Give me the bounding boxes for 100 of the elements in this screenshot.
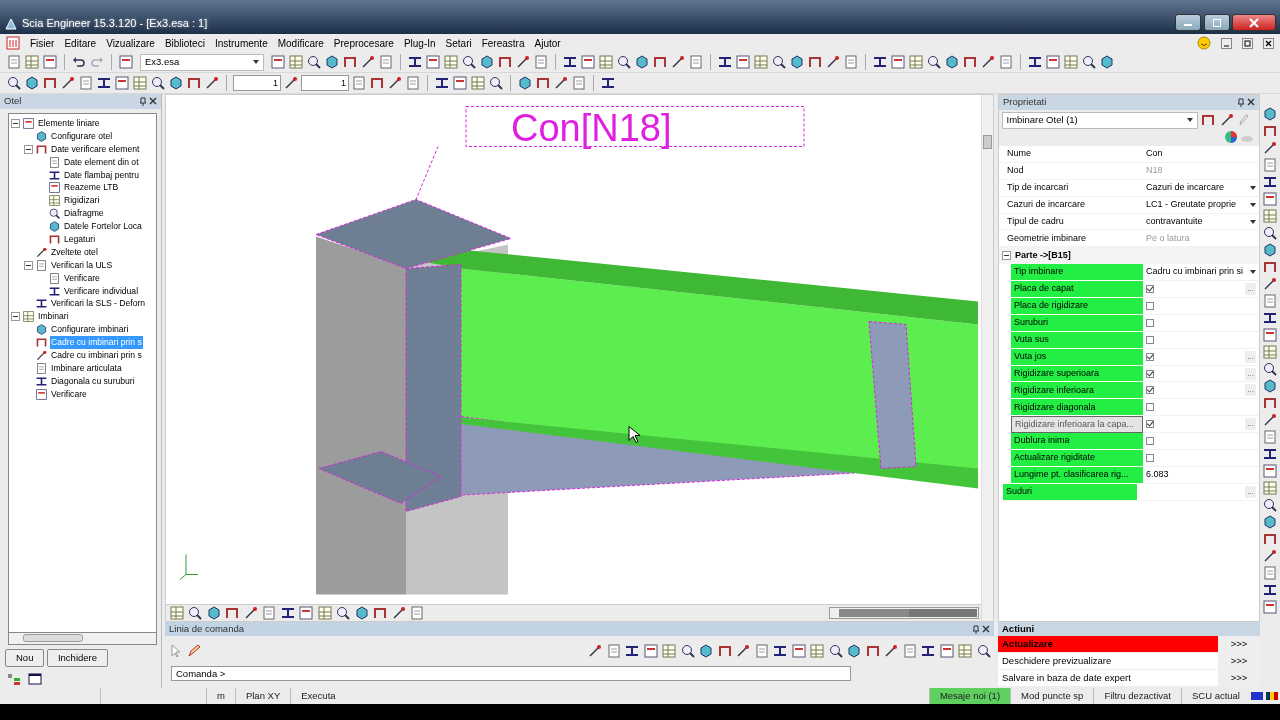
square-icon[interactable]	[1262, 327, 1278, 343]
tree-item[interactable]: Imbinari	[37, 310, 70, 324]
close-icon[interactable]	[1247, 98, 1255, 106]
action-button[interactable]: >>>	[1218, 636, 1260, 652]
more-button[interactable]: ...	[1245, 367, 1256, 380]
smiley-icon[interactable]	[1197, 36, 1211, 50]
minimize-button[interactable]	[1175, 14, 1201, 31]
pencil-icon[interactable]	[186, 643, 202, 659]
square-icon[interactable]	[735, 54, 751, 70]
zoom-icon[interactable]	[975, 643, 992, 659]
beam-icon[interactable]	[872, 54, 888, 70]
tree-item[interactable]: Imbinare articulata	[50, 361, 123, 375]
beam-icon[interactable]	[772, 643, 788, 659]
caret-icon[interactable]	[1250, 185, 1256, 190]
frame-icon[interactable]	[497, 54, 513, 70]
expander-icon[interactable]	[24, 260, 33, 270]
action-button[interactable]: >>>	[1218, 653, 1260, 669]
square-icon[interactable]	[642, 643, 659, 659]
frame-icon[interactable]	[1262, 395, 1278, 411]
node-icon[interactable]	[1262, 412, 1278, 428]
zoom-icon[interactable]	[1262, 361, 1278, 377]
checkbox[interactable]	[1146, 453, 1154, 462]
expander-icon[interactable]	[11, 118, 20, 128]
beam-icon[interactable]	[1262, 174, 1278, 190]
beam-icon[interactable]	[434, 75, 450, 91]
frame-icon[interactable]	[962, 54, 978, 70]
menu-item[interactable]: Biblioteci	[164, 35, 205, 51]
tree-item[interactable]: Diafragme	[63, 207, 105, 221]
beam-icon[interactable]	[717, 54, 733, 70]
tree-item[interactable]: Configurare imbinari	[50, 323, 130, 337]
command-field[interactable]: Comanda >	[171, 666, 851, 681]
beam-icon[interactable]	[407, 54, 423, 70]
zoom-icon[interactable]	[926, 54, 942, 70]
window-icon[interactable]	[118, 54, 134, 70]
dropdown-value[interactable]: contravantuite	[1146, 214, 1203, 229]
node-icon[interactable]	[60, 75, 76, 91]
panel-button[interactable]: Inchidere	[46, 648, 109, 667]
beam-icon[interactable]	[920, 643, 936, 659]
menu-item[interactable]: Plug-In	[403, 35, 436, 51]
vertical-scrollbar[interactable]	[981, 95, 993, 621]
square-icon[interactable]	[298, 605, 314, 621]
tree-item[interactable]: Date flambaj pentru	[63, 168, 140, 182]
cube-icon[interactable]	[846, 643, 862, 659]
frame-icon[interactable]	[535, 75, 551, 91]
square-icon[interactable]	[114, 75, 130, 91]
checkbox[interactable]	[1146, 437, 1154, 446]
checkbox[interactable]	[1146, 386, 1154, 395]
tree-item[interactable]: Legaturi	[63, 233, 97, 246]
tree-item[interactable]: Verificari la SLS - Deforn	[50, 297, 147, 311]
cube-icon[interactable]	[168, 75, 184, 91]
node-icon[interactable]	[980, 54, 996, 70]
tree-item[interactable]: Datele Fortelor Loca	[63, 220, 143, 233]
horizontal-scrollbar[interactable]	[828, 607, 979, 619]
scrollbar-thumb[interactable]	[23, 634, 83, 643]
zoom-icon[interactable]	[679, 643, 696, 659]
frame-icon[interactable]	[807, 54, 823, 70]
square-icon[interactable]	[270, 54, 286, 70]
dropdown-value[interactable]: Cadru cu imbinari prin si	[1146, 265, 1244, 279]
action-item[interactable]: Deschidere previzualizare	[998, 653, 1218, 669]
node-icon[interactable]	[1262, 140, 1278, 156]
zoom-icon[interactable]	[488, 75, 504, 91]
zoom-icon[interactable]	[827, 643, 844, 659]
menu-item[interactable]: Modificare	[277, 35, 324, 51]
frame-icon[interactable]	[224, 605, 240, 621]
frame-icon[interactable]	[864, 643, 881, 659]
zoom-icon[interactable]	[461, 54, 477, 70]
frame-icon[interactable]	[1262, 531, 1278, 547]
close-button[interactable]	[1263, 37, 1274, 49]
checkbox[interactable]	[1146, 285, 1154, 294]
node-icon[interactable]	[587, 643, 603, 659]
beam-icon[interactable]	[1262, 446, 1278, 462]
menu-item[interactable]: Setari	[445, 35, 472, 51]
close-icon[interactable]	[149, 97, 157, 105]
tree-tab-icon[interactable]	[5, 672, 23, 686]
beam-icon[interactable]	[96, 75, 112, 91]
expander-icon[interactable]	[11, 312, 20, 322]
app-menu-icon[interactable]	[6, 36, 20, 50]
tree-item[interactable]: Verificare individual	[63, 284, 140, 298]
square-icon[interactable]	[890, 54, 906, 70]
panel-button[interactable]: Nou	[5, 648, 45, 667]
cube-icon[interactable]	[944, 54, 960, 70]
pin-icon[interactable]	[138, 97, 147, 106]
square-icon[interactable]	[1045, 54, 1061, 70]
square-icon[interactable]	[1262, 191, 1278, 207]
tree-item[interactable]: Verificari la ULS	[50, 258, 114, 272]
frame-icon[interactable]	[1262, 259, 1278, 275]
tree-item[interactable]: Date element din ot	[63, 155, 140, 169]
window-tab-icon[interactable]	[25, 672, 44, 686]
cube-icon[interactable]	[1262, 378, 1278, 394]
tree-item[interactable]: Verificare	[63, 271, 101, 285]
action-item[interactable]: Salvare in baza de date expert	[998, 670, 1218, 686]
checkbox[interactable]	[1146, 420, 1154, 429]
node-icon[interactable]	[387, 75, 403, 91]
cube-icon[interactable]	[24, 75, 40, 91]
close-button[interactable]	[1232, 14, 1276, 31]
caret-icon[interactable]	[1250, 270, 1256, 275]
tree-item[interactable]: Cadre cu imbinari prin s	[50, 349, 143, 362]
node-icon[interactable]	[883, 643, 899, 659]
frame-icon[interactable]	[1262, 123, 1278, 139]
cube-icon[interactable]	[1262, 106, 1278, 122]
